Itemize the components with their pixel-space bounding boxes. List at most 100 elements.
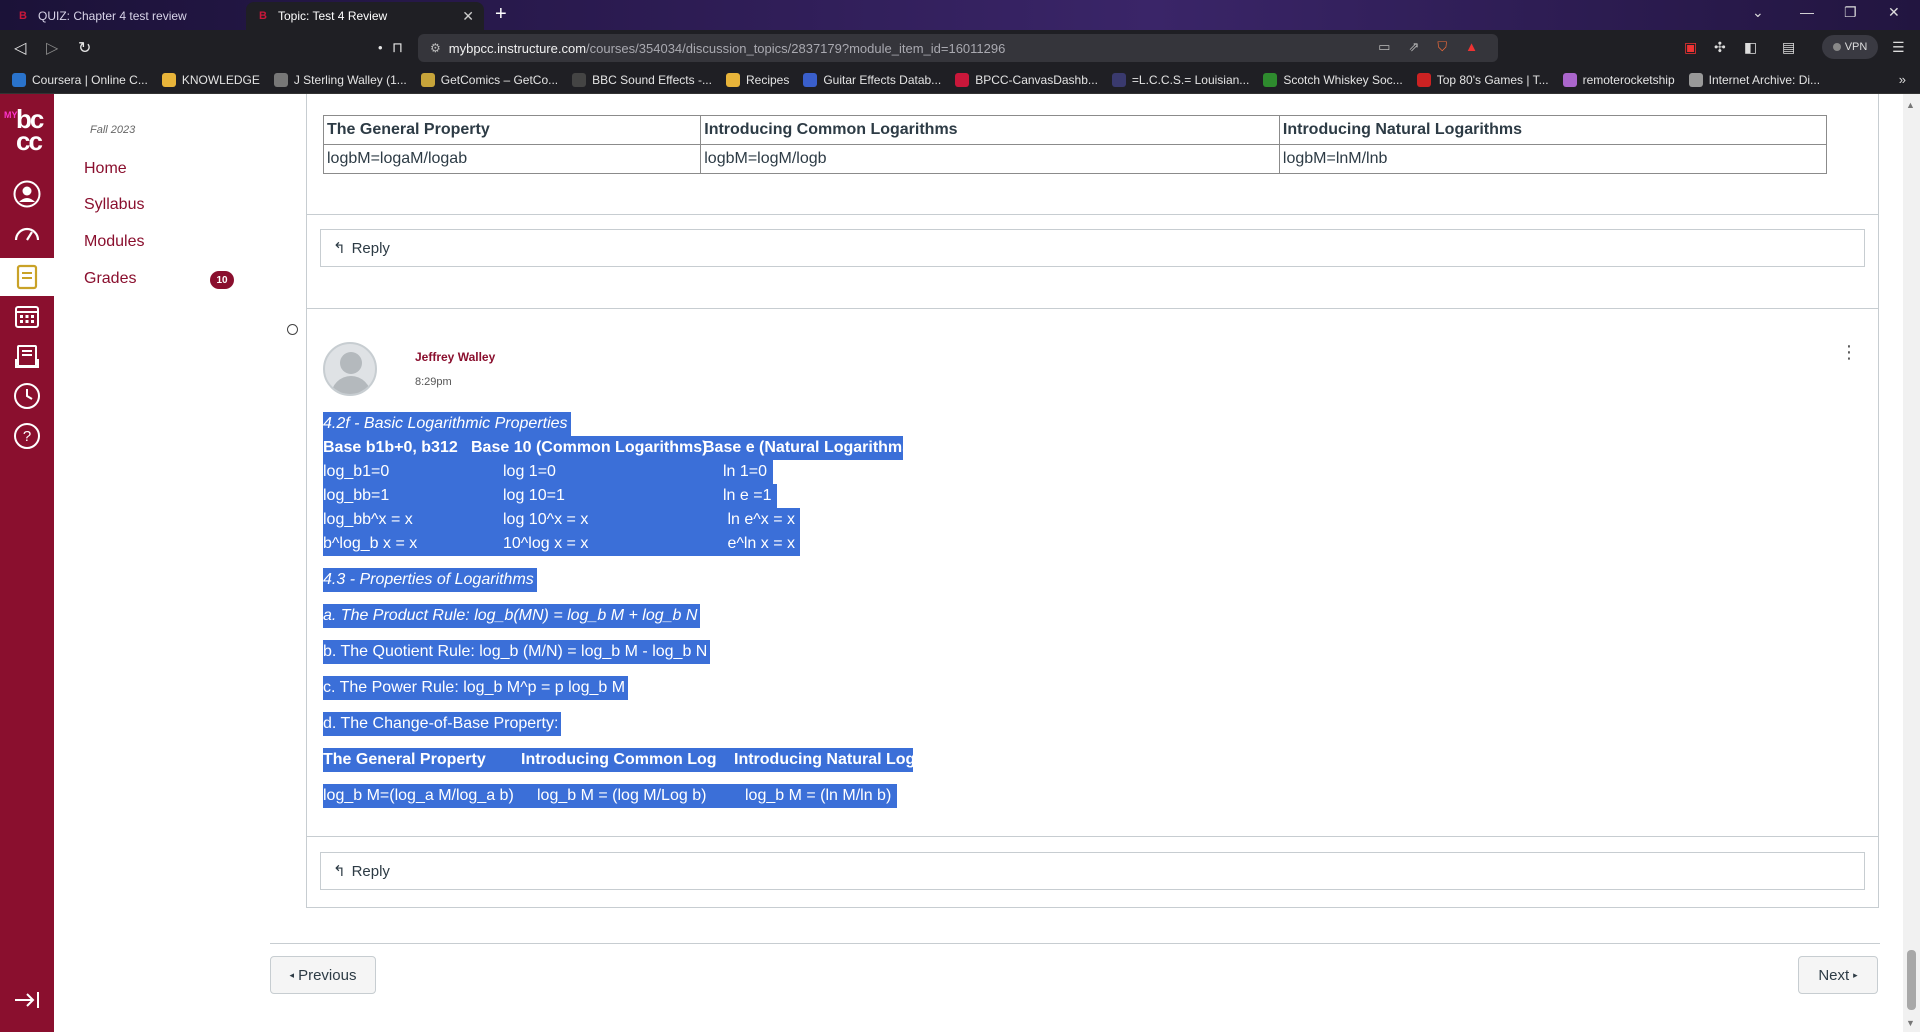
bookmarks-bar: Coursera | Online C... KNOWLEDGE J Sterlin… (0, 66, 1920, 94)
reply-label: Reply (351, 862, 390, 880)
sidebar-icon[interactable]: ◧ (1744, 39, 1757, 56)
author-name[interactable]: Jeffrey Walley (415, 350, 495, 364)
tab-search-icon[interactable]: ⌄ (1752, 4, 1764, 21)
bookmark-label: =L.C.C.S.= Louisian... (1131, 72, 1250, 87)
bookmark-label: GetComics – GetCo... (440, 72, 559, 87)
forward-icon[interactable]: ▷ (46, 38, 58, 58)
scroll-down-icon[interactable]: ▼ (1906, 1018, 1915, 1028)
collapse-nav-icon[interactable] (13, 986, 41, 1014)
scroll-up-icon[interactable]: ▲ (1906, 100, 1915, 110)
properties-row: log_b1=0 log 1=0 ln 1=0 (323, 460, 773, 484)
bookmark-item[interactable]: BBC Sound Effects -... (572, 72, 712, 87)
wallet-icon[interactable]: ▤ (1782, 39, 1795, 56)
bookmark-item[interactable]: KNOWLEDGE (161, 72, 260, 87)
new-tab-button[interactable]: + (495, 3, 507, 26)
formula-cell: log_b M = (ln M/ln b) (745, 787, 892, 804)
course-navigation: Fall 2023 Home Syllabus Modules Grades 1… (54, 94, 250, 1032)
divider (306, 836, 1879, 837)
scrollbar-thumb[interactable] (1907, 950, 1916, 1010)
history-icon[interactable] (13, 382, 41, 410)
cast-icon[interactable]: ▭ (1378, 39, 1390, 55)
more-options-icon[interactable]: ⋮ (1840, 343, 1858, 361)
bookmark-item[interactable]: BPCC-CanvasDashb... (955, 72, 1098, 87)
bookmark-icon[interactable]: ⊓ (392, 39, 403, 56)
minimize-button[interactable]: — (1800, 4, 1814, 20)
bookmark-item[interactable]: Scotch Whiskey Soc... (1263, 72, 1403, 87)
bookmark-item[interactable]: GetComics – GetCo... (420, 72, 559, 87)
bookmark-item[interactable]: Recipes (725, 72, 789, 87)
vpn-button[interactable]: VPN (1822, 35, 1878, 59)
caret-right-icon: ▸ (1853, 969, 1858, 980)
power-rule: c. The Power Rule: log_b M^p = p log_b M (323, 676, 629, 700)
property-cell: 10^log x = x (503, 535, 589, 552)
inbox-icon[interactable] (13, 342, 41, 370)
property-cell: ln e =1 (723, 487, 772, 504)
site-settings-icon[interactable]: ⚙ (430, 41, 441, 55)
change-of-base-table: The General Property Introducing Common … (322, 115, 1828, 174)
browser-toolbar: ◁ ▷ ↻ • ⊓ ⚙ mybpcc.instructure.com/cours… (0, 30, 1920, 66)
reply-button[interactable]: ↰ Reply (320, 229, 1865, 267)
more-bookmarks-icon[interactable]: » (1899, 72, 1906, 87)
bookmark-item[interactable]: Top 80's Games | T... (1416, 72, 1549, 87)
bookmark-item[interactable]: =L.C.C.S.= Louisian... (1111, 72, 1250, 87)
brave-rewards-icon[interactable]: ▲ (1465, 39, 1478, 55)
bookmark-favicon-icon (1263, 72, 1278, 87)
reload-icon[interactable]: ↻ (78, 38, 91, 58)
close-window-button[interactable]: ✕ (1888, 4, 1900, 21)
divider (306, 214, 1879, 215)
course-nav-grades[interactable]: Grades (84, 270, 136, 288)
bookmark-item[interactable]: remoterocketship (1562, 72, 1675, 87)
bookmark-item[interactable]: Internet Archive: Di... (1688, 72, 1820, 87)
column-header: Base b1b+0, b312 (323, 439, 458, 456)
bookmark-item[interactable]: Guitar Effects Datab... (803, 72, 942, 87)
property-cell: ln 1=0 (723, 463, 768, 480)
course-nav-home[interactable]: Home (84, 160, 127, 178)
property-cell: log_bb=1 (323, 487, 390, 504)
bookmark-label: KNOWLEDGE (181, 72, 260, 87)
share-icon[interactable]: ⇗ (1408, 39, 1419, 55)
extensions-puzzle-icon[interactable]: ✣ (1714, 39, 1726, 56)
property-cell: log 10=1 (503, 487, 565, 504)
bookmark-item[interactable]: Coursera | Online C... (12, 72, 148, 87)
browser-tab-review[interactable]: B Topic: Test 4 Review ✕ (246, 2, 484, 30)
help-icon[interactable]: ? (13, 422, 41, 450)
next-button[interactable]: Next ▸ (1798, 956, 1878, 994)
bpcc-logo[interactable]: MY bc cc (4, 106, 52, 154)
extension-icon[interactable]: ▣ (1684, 39, 1697, 56)
address-bar[interactable]: ⚙ mybpcc.instructure.com/courses/354034/… (418, 34, 1498, 62)
reply-label: Reply (351, 239, 390, 257)
browser-tab-quiz[interactable]: B QUIZ: Chapter 4 test review (6, 2, 242, 30)
bookmark-label: BPCC-CanvasDashb... (975, 72, 1098, 87)
bookmark-favicon-icon (1688, 72, 1703, 87)
vpn-label: VPN (1844, 41, 1868, 53)
vpn-status-icon (1832, 43, 1841, 51)
dashboard-icon[interactable] (13, 220, 41, 248)
bookmark-favicon-icon (803, 72, 818, 87)
previous-button[interactable]: ◂ Previous (270, 956, 376, 994)
unread-indicator-icon[interactable] (287, 324, 298, 335)
close-tab-icon[interactable]: ✕ (462, 8, 474, 25)
account-icon[interactable] (13, 180, 41, 208)
back-icon[interactable]: ◁ (14, 38, 26, 58)
grades-count-badge: 10 (210, 271, 234, 289)
calendar-icon[interactable] (13, 302, 41, 330)
restore-button[interactable]: ❐ (1844, 4, 1857, 21)
brave-shield-icon[interactable]: ⛉ (1437, 39, 1447, 55)
bookmark-item[interactable]: J Sterling Walley (1... (273, 72, 407, 87)
property-cell: e^ln x = x (723, 535, 795, 552)
bookmark-label: Guitar Effects Datab... (823, 72, 942, 87)
bookmark-label: J Sterling Walley (1... (293, 72, 407, 87)
table-header: Introducing Natural Logarithms (1278, 115, 1828, 145)
properties-row: log_bb^x = x log 10^x = x ln e^x = x (323, 508, 800, 532)
reply-button[interactable]: ↰ Reply (320, 852, 1865, 890)
avatar[interactable] (323, 342, 377, 396)
course-nav-syllabus[interactable]: Syllabus (84, 196, 144, 214)
property-cell: log_b1=0 (323, 463, 390, 480)
browser-menu-icon[interactable]: ☰ (1892, 39, 1905, 56)
post-timestamp: 8:29pm (415, 376, 452, 388)
bookmark-favicon-icon (725, 72, 740, 87)
page-scrollbar[interactable] (1903, 94, 1920, 1032)
table-header: The General Property (322, 115, 702, 145)
course-nav-modules[interactable]: Modules (84, 233, 144, 251)
courses-icon[interactable] (0, 258, 54, 296)
